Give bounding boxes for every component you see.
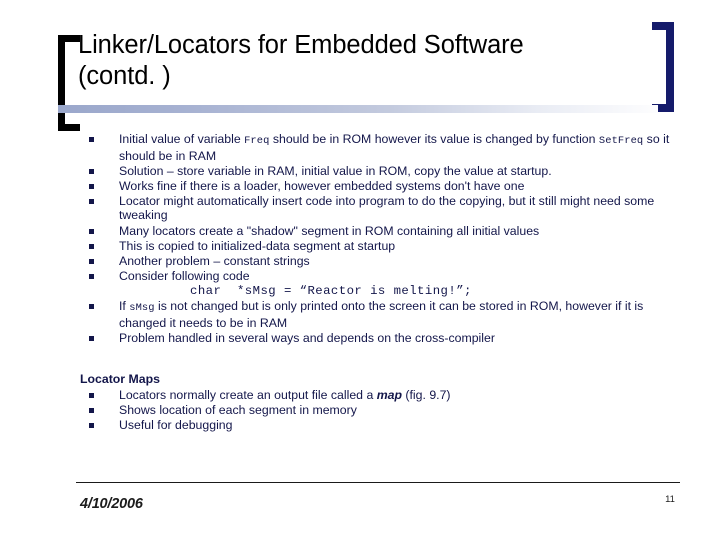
bullet-text-run: should be in ROM however its value is ch… xyxy=(269,132,599,146)
bullet-text-run: Initial value of variable xyxy=(119,132,245,146)
bullet-text-run: Consider following code xyxy=(119,268,250,283)
bullet-square-icon xyxy=(89,273,94,279)
bullet-cross-compiler: Problem handled in several ways and depe… xyxy=(80,331,680,346)
slide-canvas: Linker/Locators for Embedded Software (c… xyxy=(0,0,720,540)
bullet-loader: Works fine if there is a loader, however… xyxy=(80,179,680,194)
bullet-output-file-map: Locators normally create an output file … xyxy=(80,388,640,403)
bullet-list-locator: Locators normally create an output file … xyxy=(80,388,640,433)
bullet-consider-code: Consider following code xyxy=(80,269,680,284)
bullet-text-run: (fig. 9.7) xyxy=(402,388,451,402)
left-bracket-decoration xyxy=(58,35,80,131)
bullet-square-icon xyxy=(89,393,94,398)
bullet-text-run: If xyxy=(119,299,130,314)
title-block: Linker/Locators for Embedded Software (c… xyxy=(78,30,648,92)
bullet-text-run: This is copied to initialized-data segme… xyxy=(119,238,396,253)
bullet-text-run: map xyxy=(376,388,402,402)
bullet-text-run: Another problem – constant strings xyxy=(119,253,310,268)
page-title: Linker/Locators for Embedded Software (c… xyxy=(78,31,524,90)
bullet-locator-insert-code: Locator might automatically insert code … xyxy=(80,194,680,223)
bullet-square-icon xyxy=(89,183,94,189)
bullet-text-run: is not changed but is only printed onto … xyxy=(119,299,644,330)
bullet-solution: Solution – store variable in RAM, initia… xyxy=(80,164,680,179)
bullet-useful-debugging: Useful for debugging xyxy=(80,418,640,433)
bullet-square-icon xyxy=(89,137,94,142)
locator-maps-section: Locator Maps Locators normally create an… xyxy=(80,372,640,433)
bullet-text-run: Many locators create a "shadow" segment … xyxy=(119,223,540,238)
bullet-square-icon xyxy=(89,243,94,249)
bullet-square-icon xyxy=(89,304,94,310)
bullet-smsg-rom: If sMsg is not changed but is only print… xyxy=(80,299,680,330)
bullet-list-main: Initial value of variable Freq should be… xyxy=(80,132,680,345)
body-content: Initial value of variable Freq should be… xyxy=(80,132,680,346)
bullet-square-icon xyxy=(89,228,94,234)
footer-divider xyxy=(76,482,680,483)
bullet-text-run: Shows location of each segment in memory xyxy=(119,403,357,418)
right-bracket-decoration xyxy=(652,22,674,112)
bullet-copied-initialized-data: This is copied to initialized-data segme… xyxy=(80,239,680,254)
page-number: 11 xyxy=(665,494,675,505)
bullet-constant-strings: Another problem – constant strings xyxy=(80,254,680,269)
bullet-square-icon xyxy=(89,335,94,341)
bullet-text-run: SetFreq xyxy=(598,135,644,147)
bullet-text-run: Works fine if there is a loader, however… xyxy=(119,178,525,193)
bullet-text-run: sMsg xyxy=(129,302,155,315)
bullet-shadow-segment: Many locators create a "shadow" segment … xyxy=(80,224,680,239)
bullet-initial-value: Initial value of variable Freq should be… xyxy=(80,132,680,163)
locator-maps-heading: Locator Maps xyxy=(80,372,160,386)
footer-date: 4/10/2006 xyxy=(80,496,143,512)
bullet-square-icon xyxy=(89,408,94,414)
code-sample-line: char *sMsg = “Reactor is melting!”; xyxy=(190,283,472,298)
bullet-text-run: Solution – store variable in RAM, initia… xyxy=(119,163,552,178)
bullet-square-icon xyxy=(89,198,94,204)
bullet-text-run: Freq xyxy=(244,135,270,147)
bullet-text-run: Locators normally create an output file … xyxy=(119,388,377,402)
bullet-text-run: Useful for debugging xyxy=(119,418,233,433)
bullet-square-icon xyxy=(89,423,94,429)
bullet-square-icon xyxy=(89,258,94,264)
bullet-text-run: Locator might automatically insert code … xyxy=(119,193,655,223)
bullet-shows-location: Shows location of each segment in memory xyxy=(80,403,640,418)
bullet-text-run: Problem handled in several ways and depe… xyxy=(119,330,495,345)
title-gradient-divider xyxy=(58,105,658,113)
bullet-square-icon xyxy=(89,168,94,174)
